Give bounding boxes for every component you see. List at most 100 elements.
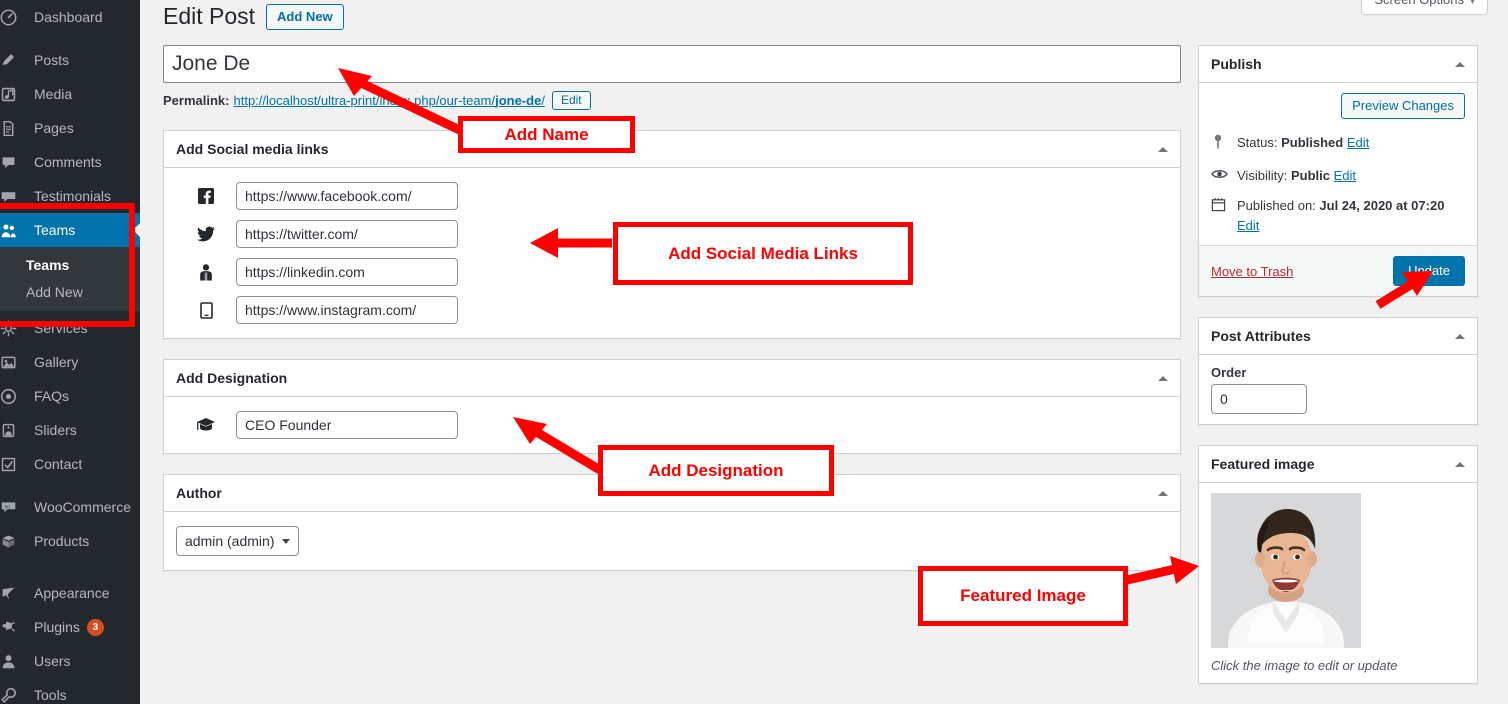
visibility-label: Visibility:: [1237, 167, 1288, 183]
facebook-url-input[interactable]: [236, 182, 458, 210]
annotation-add-designation-text: Add Designation: [648, 460, 784, 480]
linkedin-url-input[interactable]: [236, 258, 458, 286]
sidebar-item-label: Media: [34, 86, 73, 102]
author-select-value: admin (admin): [185, 533, 275, 549]
page-title: Edit Post: [163, 3, 256, 29]
sidebar-item-services[interactable]: Services: [0, 311, 140, 345]
publish-panel-body: Preview Changes Status: Published Edit V…: [1199, 83, 1477, 245]
sidebar-item-label: Appearance: [34, 585, 110, 601]
sidebar-item-comments[interactable]: Comments: [0, 145, 140, 179]
post-attributes-panel-header[interactable]: Post Attributes: [1199, 318, 1477, 355]
comments-icon: [0, 154, 26, 171]
add-new-button[interactable]: Add New: [266, 3, 344, 31]
current-menu-arrow-icon: [133, 222, 140, 238]
sidebar-item-label: Contact: [34, 456, 83, 472]
twitter-url-input[interactable]: [236, 220, 458, 248]
publish-panel-header[interactable]: Publish: [1199, 46, 1477, 83]
screen-options-label: Screen Options: [1374, 0, 1464, 7]
instagram-icon: [176, 301, 236, 319]
products-icon: [0, 533, 26, 550]
annotation-add-social-media-links-text: Add Social Media Links: [668, 243, 858, 263]
permalink-label: Permalink:: [163, 93, 230, 108]
screen-options-button[interactable]: Screen Options ▾: [1361, 0, 1488, 15]
post-attributes-panel-body: Order: [1199, 355, 1477, 424]
sidebar-item-label: Products: [34, 533, 90, 549]
sidebar-item-plugins[interactable]: Plugins 3: [0, 610, 140, 644]
sidebar-item-label: Comments: [34, 154, 102, 170]
menu-separator: [0, 558, 140, 567]
submenu-teams: Teams Add New: [0, 247, 140, 311]
collapse-toggle-icon[interactable]: [1455, 461, 1465, 467]
sidebar-item-faqs[interactable]: FAQs: [0, 379, 140, 413]
social-field-row: [176, 182, 1168, 210]
sidebar-item-users[interactable]: Users: [0, 644, 140, 678]
designation-panel-header[interactable]: Add Designation: [164, 360, 1180, 397]
submenu-item-teams[interactable]: Teams: [0, 251, 140, 278]
order-label: Order: [1211, 365, 1247, 380]
sidebar-item-label: Tools: [34, 687, 67, 703]
svg-text:oo: oo: [5, 503, 11, 508]
edit-visibility-link[interactable]: Edit: [1334, 168, 1356, 183]
sidebar-item-products[interactable]: Products: [0, 524, 140, 558]
plugin-update-badge: 3: [86, 618, 104, 636]
sidebar-item-gallery[interactable]: Gallery: [0, 345, 140, 379]
teams-icon: [0, 222, 26, 239]
featured-image-caption: Click the image to edit or update: [1211, 658, 1398, 673]
designation-panel-title: Add Designation: [176, 370, 288, 386]
designation-input[interactable]: [236, 411, 458, 439]
move-to-trash-link[interactable]: Move to Trash: [1211, 264, 1293, 279]
permalink-row: Permalink: http://localhost/ultra-print/…: [163, 91, 1181, 110]
social-media-panel-header[interactable]: Add Social media links: [164, 131, 1180, 168]
graduation-cap-icon: [176, 415, 236, 435]
sidebar-item-label: Plugins: [34, 619, 80, 635]
menu-separator: [0, 567, 140, 576]
edit-published-date-link[interactable]: Edit: [1237, 218, 1259, 233]
visibility-value: Public: [1290, 167, 1330, 183]
collapse-toggle-icon[interactable]: [1158, 375, 1168, 381]
update-button[interactable]: Update: [1393, 256, 1465, 286]
collapse-toggle-icon[interactable]: [1455, 333, 1465, 339]
order-input[interactable]: [1211, 384, 1307, 414]
users-icon: [0, 653, 26, 670]
permalink-link[interactable]: http://localhost/ultra-print/index.php/o…: [233, 93, 544, 108]
instagram-url-input[interactable]: [236, 296, 458, 324]
twitter-icon: [176, 226, 236, 242]
sidebar-item-appearance[interactable]: Appearance: [0, 576, 140, 610]
social-media-panel-title: Add Social media links: [176, 141, 329, 157]
collapse-toggle-icon[interactable]: [1455, 61, 1465, 67]
post-title-input[interactable]: [163, 45, 1181, 83]
published-on-label: Published on:: [1237, 198, 1316, 213]
sidebar-item-posts[interactable]: Posts: [0, 43, 140, 77]
post-attributes-panel-title: Post Attributes: [1211, 328, 1311, 344]
sidebar-item-contact[interactable]: Contact: [0, 447, 140, 481]
post-attributes-panel: Post Attributes Order: [1198, 317, 1478, 425]
edit-permalink-button[interactable]: Edit: [551, 91, 591, 110]
author-panel-title: Author: [176, 485, 222, 501]
visibility-row: Visibility: Public Edit: [1211, 166, 1465, 187]
annotation-add-social-media-links: Add Social Media Links: [613, 222, 913, 285]
page-header: Edit Post Add New: [163, 2, 344, 32]
sidebar-item-teams[interactable]: Teams: [0, 213, 140, 247]
preview-changes-button[interactable]: Preview Changes: [1341, 93, 1465, 119]
edit-status-link[interactable]: Edit: [1347, 135, 1369, 150]
sidebar-item-media[interactable]: Media: [0, 77, 140, 111]
author-panel-body: admin (admin): [164, 512, 1180, 570]
sidebar-item-pages[interactable]: Pages: [0, 111, 140, 145]
featured-image-panel-header[interactable]: Featured image: [1199, 446, 1477, 483]
sidebar-item-testimonials[interactable]: Testimonials: [0, 179, 140, 213]
collapse-toggle-icon[interactable]: [1158, 146, 1168, 152]
faqs-icon: [0, 388, 26, 405]
pages-icon: [0, 120, 26, 137]
sidebar-item-label: Services: [34, 320, 88, 336]
featured-image-thumbnail[interactable]: [1211, 493, 1361, 648]
media-icon: [0, 86, 26, 103]
sidebar-item-label: Teams: [34, 222, 76, 238]
submenu-item-add-new[interactable]: Add New: [0, 278, 140, 305]
sidebar-item-sliders[interactable]: Sliders: [0, 413, 140, 447]
sidebar-item-dashboard[interactable]: Dashboard: [0, 0, 140, 34]
sidebar-item-label: Gallery: [34, 354, 79, 370]
author-select[interactable]: admin (admin): [176, 526, 300, 556]
sidebar-item-woocommerce[interactable]: oo WooCommerce: [0, 490, 140, 524]
collapse-toggle-icon[interactable]: [1158, 490, 1168, 496]
sidebar-item-tools[interactable]: Tools: [0, 678, 140, 704]
